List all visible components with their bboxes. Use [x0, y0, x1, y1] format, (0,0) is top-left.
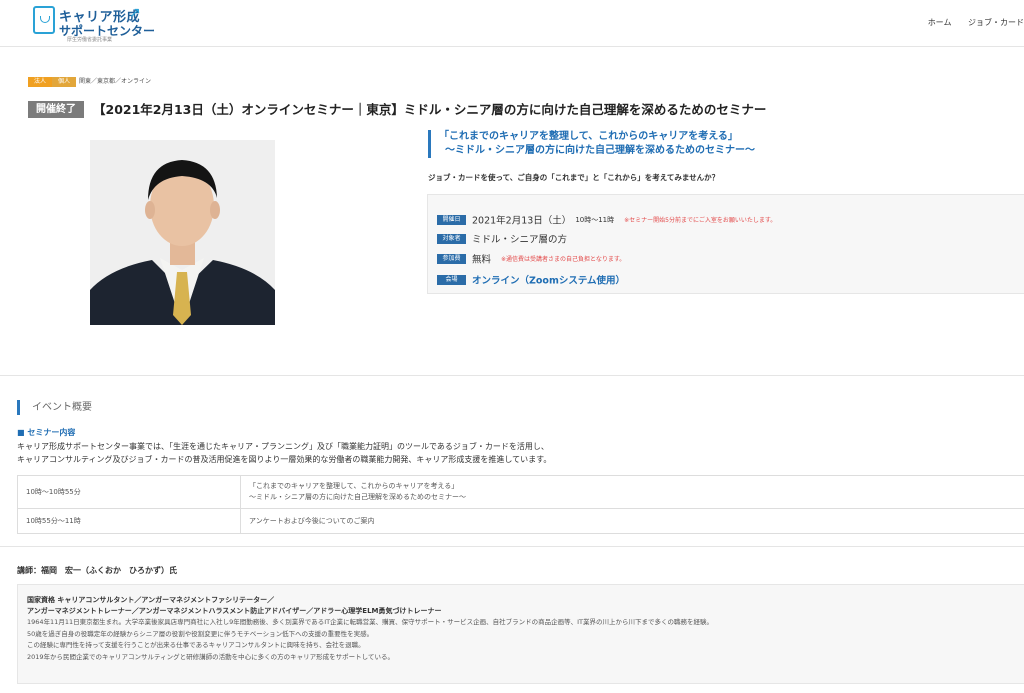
- venue-value: オンライン（Zoomシステム使用）: [472, 275, 626, 287]
- section-title-overview: イベント概要: [17, 400, 92, 415]
- info-row-date: 開催日 2021年2月13日（土） 10時～11時 ※セミナー開始5分前までにご入室を…: [437, 209, 776, 228]
- section-divider: [0, 375, 1024, 376]
- schedule-content-line2: ～ミドル・シニア層の方に向けた自己理解を深めるためのセミナー～: [249, 493, 466, 501]
- description-line1: キャリア形成サポートセンター事業では、「生涯を通じたキャリア・プランニング」及び…: [17, 442, 549, 451]
- logo-icon: [33, 6, 55, 34]
- date-value: 2021年2月13日（土）: [472, 215, 572, 227]
- fee-value: 無料: [472, 254, 492, 266]
- schedule-time: 10時55分～11時: [17, 508, 241, 534]
- bio-text-line: 2019年から民間企業でのキャリアコンサルティングと研修講師の活動を中心に多くの…: [27, 652, 394, 661]
- description-line2: キャリアコンサルティング及びジョブ・カードの普及活用促進を図りより一層効果的な労…: [17, 455, 552, 464]
- venue-label: 会場: [437, 274, 466, 285]
- catchphrase-line2: ～ミドル・シニア層の方に向けた自己理解を深めるためのセミナー～: [445, 145, 755, 156]
- page-title: 【2021年2月13日（土）オンラインセミナー｜東京】ミドル・シニア層の方に向け…: [93, 102, 767, 117]
- schedule-content: アンケートおよび今後についてのご案内: [240, 508, 1024, 534]
- target-label: 対象者: [437, 233, 466, 244]
- seminar-content-label: ■ セミナー内容: [17, 428, 76, 437]
- bio-text-line: 1964年11月11日東京都生まれ。大学卒業後家具店専門商社に入社し9年間勤務後…: [27, 618, 713, 626]
- instructor-photo: [90, 140, 275, 325]
- bio-credentials-line2: アンガーマネジメントトレーナー／アンガーマネジメントハラスメント防止アドバイザー…: [27, 607, 442, 615]
- section-divider: [0, 546, 1024, 547]
- date-note: ※セミナー開始5分前までにご入室をお願いいたします。: [624, 217, 777, 224]
- date-time: 10時～11時: [575, 215, 615, 224]
- bio-credentials-line1: 国家資格 キャリアコンサルタント／アンガーマネジメントファシリテーター／: [27, 596, 275, 604]
- arrow-up-right-icon: ↗: [129, 5, 141, 21]
- seminar-description: キャリア形成サポートセンター事業では、「生涯を通じたキャリア・プランニング」及び…: [17, 440, 551, 466]
- tag-corporate: 法人: [28, 77, 53, 87]
- table-row: 10時55分～11時 アンケートおよび今後についてのご案内: [17, 508, 1024, 534]
- status-badge: 開催終了: [28, 101, 84, 118]
- schedule-content-line1: 「これまでのキャリアを整理して、これからのキャリアを考える」: [249, 482, 459, 490]
- event-location: 関東／東京都／オンライン: [79, 78, 152, 85]
- event-tags: 法人 個人 関東／東京都／オンライン: [28, 77, 151, 87]
- info-row-target: 対象者 ミドル・シニア層の方: [437, 228, 567, 247]
- schedule-table: 10時～10時55分 「これまでのキャリアを整理して、これからのキャリアを考える…: [17, 475, 1024, 534]
- site-logo[interactable]: キャリア形成 サポートセンター 厚生労働省委託事業 ↗: [33, 5, 155, 43]
- date-label: 開催日: [437, 214, 466, 225]
- event-intro: ジョブ・カードを使って、ご自身の「これまで」と「これから」を考えてみませんか？: [428, 173, 720, 182]
- nav-job-card[interactable]: ジョブ・カード: [968, 18, 1024, 27]
- main-nav: ホーム ジョブ・カード: [914, 17, 1024, 28]
- instructor-bio: 国家資格 キャリアコンサルタント／アンガーマネジメントファシリテーター／ アンガ…: [17, 584, 1024, 684]
- schedule-time: 10時～10時55分: [17, 475, 241, 509]
- instructor-name: 講師：福岡 宏一（ふくおか ひろかず）氏: [17, 566, 177, 575]
- tag-individual: 個人: [52, 77, 77, 87]
- bio-text-line: 50歳を過ぎ自身の役職定年の経験からシニア層の役割や役割変更に伴うモチベーション…: [27, 629, 374, 638]
- info-row-fee: 参加費 無料 ※通信費は受講者さまの自己負担となります。: [437, 248, 625, 267]
- info-row-venue: 会場 オンライン（Zoomシステム使用）: [437, 269, 625, 288]
- fee-label: 参加費: [437, 253, 466, 264]
- site-header: キャリア形成 サポートセンター 厚生労働省委託事業 ↗ ホーム ジョブ・カード: [0, 0, 1024, 47]
- schedule-content-line1: アンケートおよび今後についてのご案内: [249, 516, 375, 525]
- event-info-box: 開催日 2021年2月13日（土） 10時～11時 ※セミナー開始5分前までにご入室を…: [427, 194, 1024, 294]
- catchphrase-line1: 「これまでのキャリアを整理して、これからのキャリアを考える」: [439, 131, 738, 142]
- schedule-content: 「これまでのキャリアを整理して、これからのキャリアを考える」 ～ミドル・シニア層…: [240, 475, 1024, 509]
- logo-tagline: 厚生労働省委託事業: [67, 37, 113, 43]
- bio-text-line: この経験に専門性を持って支援を行うことが出来る仕事であるキャリアコンサルタントに…: [27, 641, 365, 649]
- table-row: 10時～10時55分 「これまでのキャリアを整理して、これからのキャリアを考える…: [17, 475, 1024, 509]
- target-value: ミドル・シニア層の方: [472, 234, 568, 246]
- nav-home[interactable]: ホーム: [928, 18, 952, 27]
- event-catchphrase: 「これまでのキャリアを整理して、これからのキャリアを考える」 ～ミドル・シニア層…: [428, 130, 819, 158]
- fee-note: ※通信費は受講者さまの自己負担となります。: [501, 256, 626, 263]
